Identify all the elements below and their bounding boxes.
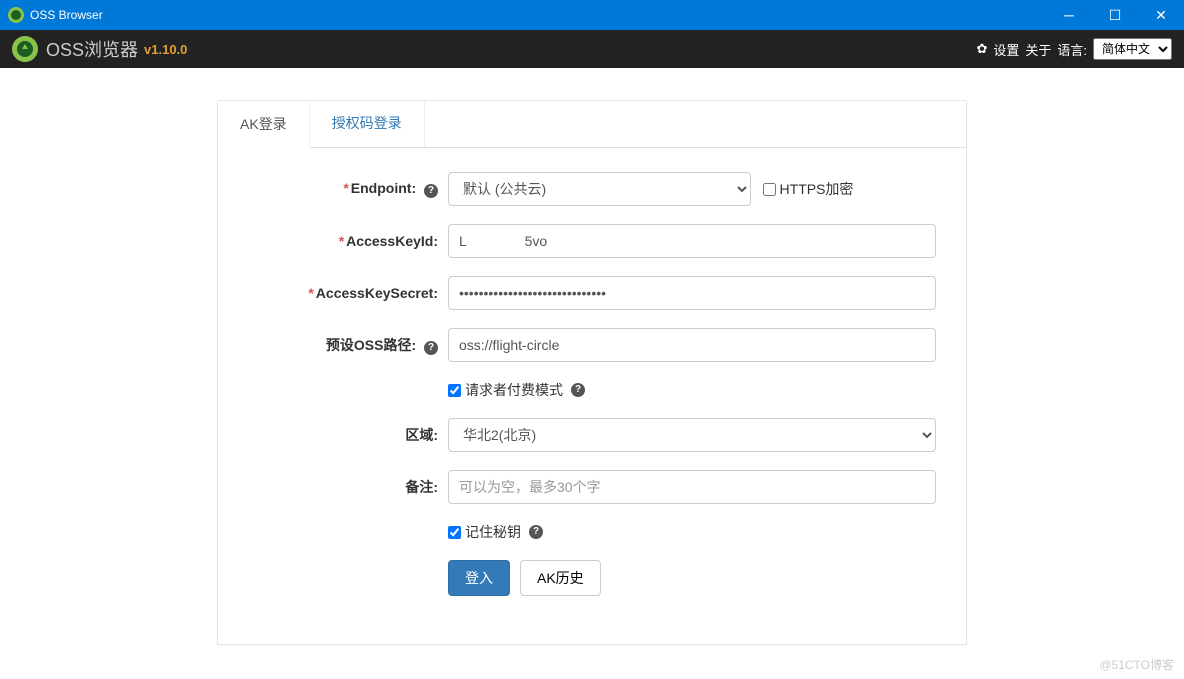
requester-pay-label[interactable]: 请求者付费模式 ? (448, 380, 585, 400)
window-titlebar: OSS Browser ─ ☐ ✕ (0, 0, 1184, 30)
login-panel: AK登录 授权码登录 *Endpoint: ? 默认 (公共云) HTTPS加密… (217, 100, 967, 645)
language-select[interactable]: 简体中文 (1093, 38, 1172, 60)
about-link[interactable]: 关于 (1025, 40, 1051, 59)
login-button[interactable]: 登入 (448, 560, 510, 596)
remark-label: 备注: (405, 479, 438, 495)
close-button[interactable]: ✕ (1138, 0, 1184, 30)
app-version: v1.10.0 (144, 42, 187, 57)
settings-link[interactable]: 设置 (993, 40, 1019, 59)
https-checkbox[interactable] (763, 183, 776, 196)
logo-icon (12, 36, 38, 62)
endpoint-select[interactable]: 默认 (公共云) (448, 172, 751, 206)
preset-oss-path-input[interactable] (448, 328, 936, 362)
help-icon[interactable]: ? (424, 184, 438, 198)
watermark: @51CTO博客 (1099, 656, 1174, 673)
window-title: OSS Browser (30, 8, 103, 22)
tab-auth-code-login[interactable]: 授权码登录 (310, 101, 425, 147)
remark-input[interactable] (448, 470, 936, 504)
help-icon[interactable]: ? (529, 525, 543, 539)
aksecret-label: AccessKeySecret: (316, 285, 438, 301)
preset-label: 预设OSS路径: (326, 337, 416, 353)
help-icon[interactable]: ? (424, 341, 438, 355)
lang-label: 语言: (1057, 40, 1087, 59)
minimize-button[interactable]: ─ (1046, 0, 1092, 30)
app-icon (8, 7, 24, 23)
tab-ak-login[interactable]: AK登录 (218, 101, 310, 148)
app-header: OSS浏览器 v1.10.0 ✿ 设置 关于 语言: 简体中文 (0, 30, 1184, 68)
akid-label: AccessKeyId: (346, 233, 438, 249)
https-checkbox-label[interactable]: HTTPS加密 (763, 179, 854, 199)
maximize-button[interactable]: ☐ (1092, 0, 1138, 30)
access-key-id-input[interactable] (448, 224, 936, 258)
remember-key-label[interactable]: 记住秘钥 ? (448, 522, 543, 542)
gear-icon: ✿ (976, 41, 987, 57)
requester-pay-checkbox[interactable] (448, 384, 461, 397)
region-label: 区域: (405, 427, 438, 443)
ak-history-button[interactable]: AK历史 (520, 560, 601, 596)
remember-key-checkbox[interactable] (448, 526, 461, 539)
region-select[interactable]: 华北2(北京) (448, 418, 936, 452)
access-key-secret-input[interactable] (448, 276, 936, 310)
app-name: OSS浏览器 (46, 36, 138, 62)
endpoint-label: Endpoint: (351, 180, 416, 196)
help-icon[interactable]: ? (571, 383, 585, 397)
